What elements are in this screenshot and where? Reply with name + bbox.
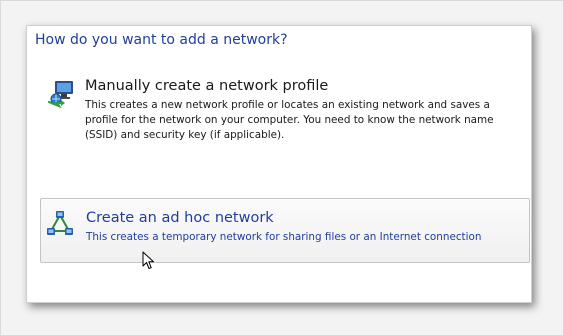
add-network-dialog: How do you want to add a network? Manual… [26,25,532,303]
adhoc-option-title: Create an ad hoc network [86,210,274,226]
mouse-cursor-icon [142,251,154,269]
network-computer-icon [47,81,73,108]
screenshot-frame: How do you want to add a network? Manual… [0,0,564,336]
adhoc-network-option[interactable]: Create an ad hoc network This creates a … [40,198,530,263]
manual-network-profile-option[interactable]: Manually create a network profile This c… [41,76,529,146]
dialog-heading: How do you want to add a network? [35,32,288,48]
adhoc-option-description: This creates a temporary network for sha… [86,231,482,243]
manual-option-title: Manually create a network profile [85,78,329,94]
adhoc-network-icon [47,211,73,235]
manual-option-description: This creates a new network profile or lo… [85,99,494,141]
